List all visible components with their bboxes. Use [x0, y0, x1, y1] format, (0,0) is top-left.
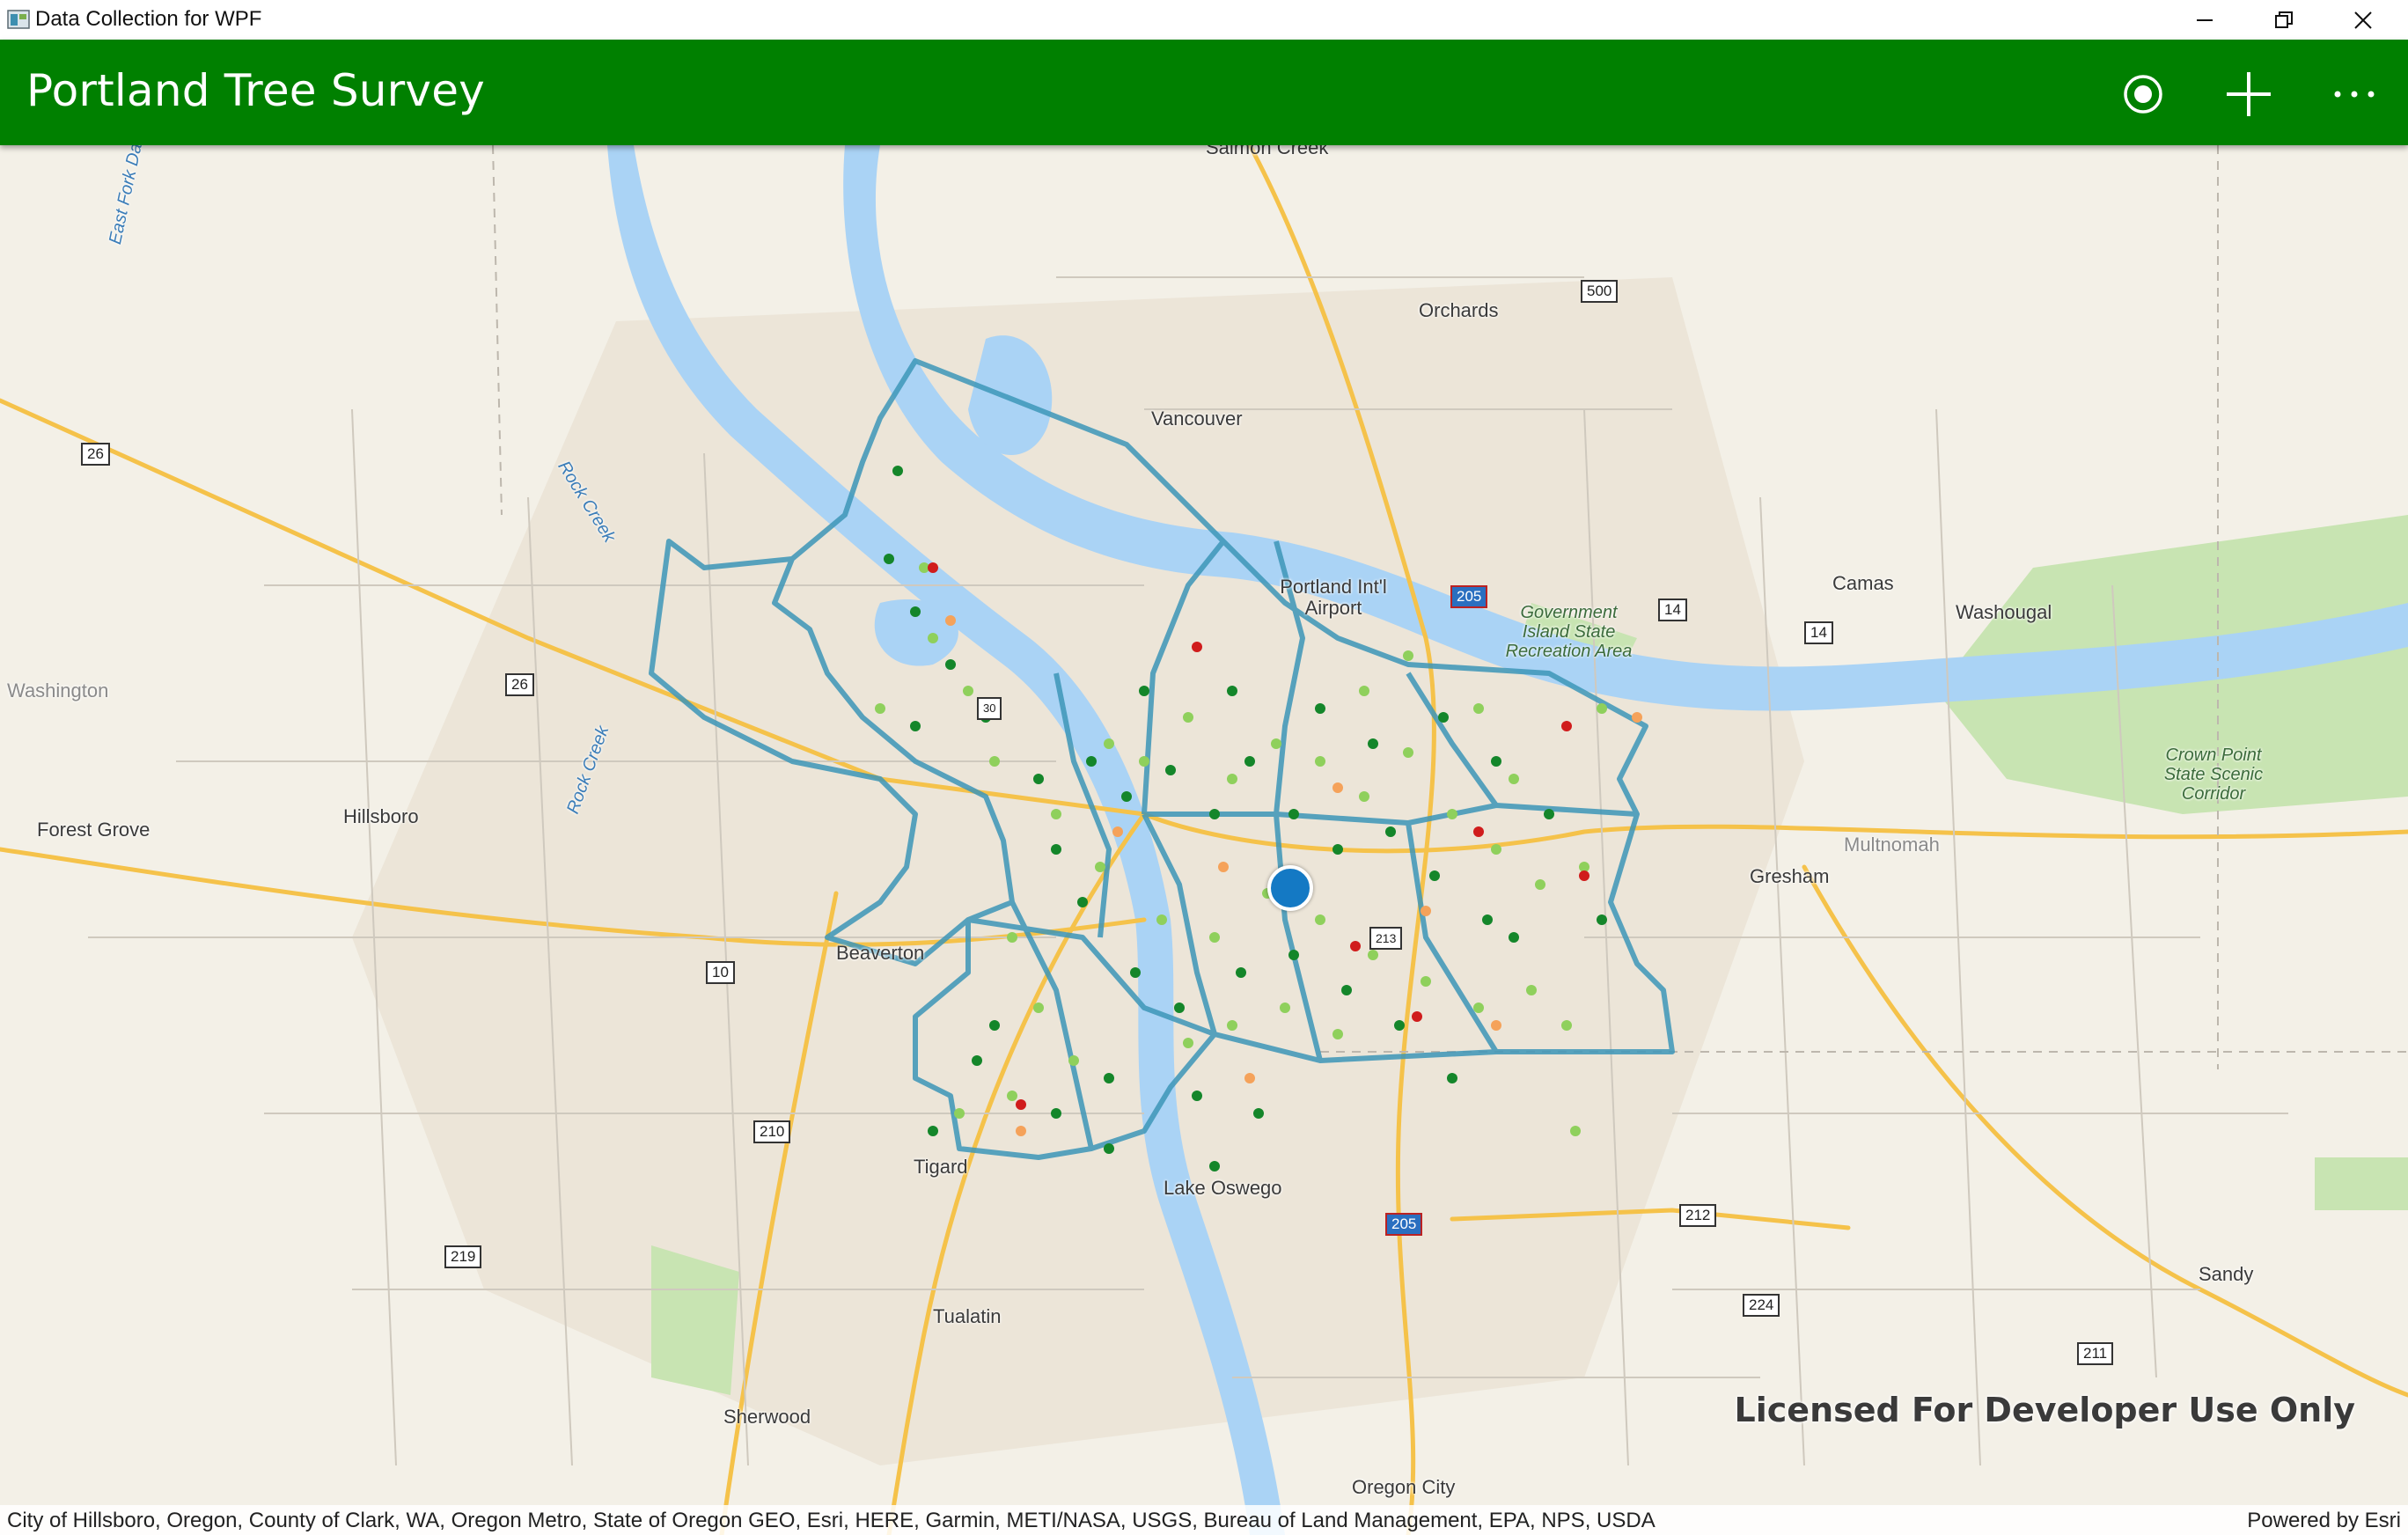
- app-icon: [7, 10, 30, 29]
- route-shield: 500: [1581, 280, 1619, 303]
- basemap: [0, 145, 2408, 1535]
- place-label: Salmon Creek: [1206, 145, 1329, 158]
- place-label: Tigard: [914, 1156, 968, 1178]
- locate-button[interactable]: [2115, 66, 2171, 122]
- place-label: Forest Grove: [37, 819, 150, 841]
- current-location-marker: [1267, 865, 1313, 911]
- window-title: Data Collection for WPF: [35, 7, 262, 31]
- route-shield: 211: [2077, 1342, 2114, 1365]
- route-shield: 205: [1450, 585, 1488, 608]
- place-label: Vancouver: [1151, 408, 1243, 430]
- powered-by-esri[interactable]: Powered by Esri: [2247, 1509, 2401, 1533]
- place-label: Tualatin: [933, 1305, 1002, 1327]
- place-label: Washington: [7, 679, 109, 701]
- route-shield: 219: [444, 1245, 482, 1268]
- more-button[interactable]: [2326, 66, 2382, 122]
- park-label: Government Island State Recreation Area: [1505, 603, 1633, 661]
- license-watermark: Licensed For Developer Use Only: [1734, 1391, 2355, 1429]
- route-shield: 212: [1679, 1204, 1717, 1227]
- restore-button[interactable]: [2244, 0, 2324, 40]
- close-icon: [2354, 11, 2372, 29]
- route-shield: 26: [81, 443, 110, 466]
- route-shield: 14: [1658, 599, 1687, 621]
- place-label: Camas: [1832, 572, 1894, 594]
- place-label: Lake Oswego: [1164, 1177, 1282, 1199]
- place-label: Gresham: [1750, 865, 1830, 887]
- route-shield: 224: [1743, 1294, 1780, 1317]
- route-shield: 205: [1385, 1213, 1423, 1236]
- page-title: Portland Tree Survey: [26, 65, 485, 116]
- place-label: Multnomah: [1844, 834, 1940, 856]
- route-shield: 10: [706, 961, 735, 984]
- route-shield: 210: [753, 1120, 791, 1143]
- restore-icon: [2275, 11, 2293, 28]
- route-shield: 26: [505, 673, 534, 696]
- place-label: Washougal: [1956, 601, 2052, 623]
- window-titlebar: Data Collection for WPF: [0, 0, 2408, 40]
- locate-icon: [2124, 75, 2162, 114]
- place-label: Sherwood: [723, 1406, 811, 1428]
- map-view[interactable]: Salmon Creek Orchards Vancouver Portland…: [0, 145, 2408, 1535]
- place-label: Sandy: [2199, 1263, 2254, 1285]
- place-label: Orchards: [1419, 299, 1499, 321]
- place-label: Hillsboro: [343, 805, 419, 827]
- place-label: Beaverton: [836, 942, 925, 964]
- route-shield: 30: [977, 697, 1002, 720]
- add-button[interactable]: [2221, 66, 2277, 122]
- attribution-bar: City of Hillsboro, Oregon, County of Cla…: [0, 1505, 2408, 1535]
- park-area: [651, 1245, 739, 1395]
- minimize-icon: [2197, 18, 2213, 21]
- park-area: [2315, 1157, 2408, 1210]
- app-header: Portland Tree Survey: [0, 40, 2408, 145]
- place-label: Portland Int'l Airport: [1280, 576, 1387, 619]
- more-icon: [2334, 91, 2375, 98]
- add-icon: [2227, 72, 2271, 116]
- close-button[interactable]: [2324, 0, 2403, 40]
- minimize-button[interactable]: [2165, 0, 2244, 40]
- place-label: Oregon City: [1352, 1476, 1456, 1498]
- attribution-text: City of Hillsboro, Oregon, County of Cla…: [7, 1509, 1656, 1532]
- route-shield: 14: [1804, 621, 1833, 644]
- route-shield: 213: [1369, 927, 1403, 950]
- park-label: Crown Point State Scenic Corridor: [2163, 745, 2264, 804]
